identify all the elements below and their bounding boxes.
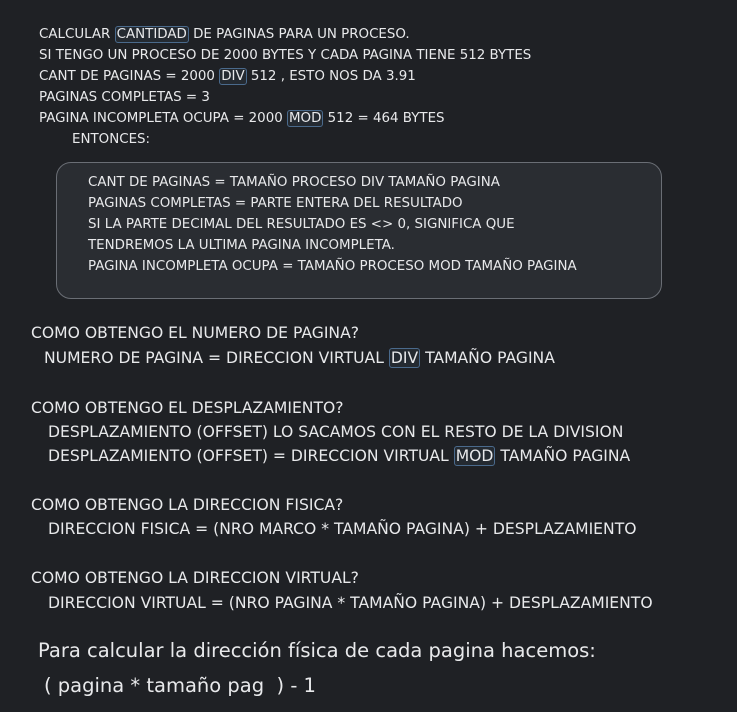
offset-line-2: DESPLAZAMIENTO (OFFSET) = DIRECCION VIRT… — [48, 444, 630, 468]
intro-line-3-pre: CANT DE PAGINAS = 2000 — [39, 69, 220, 84]
intro-line-5-post: 512 = 464 BYTES — [323, 111, 445, 126]
footer-line-1: Para calcular la dirección física de cad… — [38, 639, 596, 662]
callout-line-5: PAGINA INCOMPLETA OCUPA = TAMAÑO PROCESO… — [88, 259, 577, 274]
callout-line-2: PAGINAS COMPLETAS = PARTE ENTERA DEL RES… — [88, 196, 463, 211]
intro-line-3: CANT DE PAGINAS = 2000 DIV 512 , ESTO NO… — [39, 66, 416, 87]
intro-line-4: PAGINAS COMPLETAS = 3 — [39, 90, 210, 105]
intro-line-1-post: DE PAGINAS PARA UN PROCESO. — [188, 27, 410, 42]
intro-line-3-post: 512 , ESTO NOS DA 3.91 — [246, 69, 416, 84]
intro-line-5: PAGINA INCOMPLETA OCUPA = 2000 MOD 512 =… — [39, 108, 445, 129]
intro-line-5-pre: PAGINA INCOMPLETA OCUPA = 2000 — [39, 111, 287, 126]
intro-line-6: ENTONCES: — [72, 132, 151, 147]
virtual-formula: DIRECCION VIRTUAL = (NRO PAGINA * TAMAÑO… — [48, 594, 653, 612]
intro-line-2: SI TENGO UN PROCESO DE 2000 BYTES Y CADA… — [39, 48, 532, 63]
offset-line-2-pre: DESPLAZAMIENTO (OFFSET) = DIRECCION VIRT… — [48, 447, 454, 465]
highlight-div: DIV — [219, 68, 247, 85]
physical-question: COMO OBTENGO LA DIRECCION FISICA? — [31, 496, 344, 514]
page-number-formula: NUMERO DE PAGINA = DIRECCION VIRTUAL DIV… — [44, 346, 555, 370]
offset-question: COMO OBTENGO EL DESPLAZAMIENTO? — [31, 399, 344, 417]
callout-line-3: SI LA PARTE DECIMAL DEL RESULTADO ES <> … — [88, 217, 515, 232]
offset-line-1: DESPLAZAMIENTO (OFFSET) LO SACAMOS CON E… — [48, 423, 624, 441]
highlight-cantidad: CANTIDAD — [114, 26, 189, 43]
virtual-question: COMO OBTENGO LA DIRECCION VIRTUAL? — [31, 569, 359, 587]
highlight-div-2: DIV — [388, 348, 421, 368]
physical-formula: DIRECCION FISICA = (NRO MARCO * TAMAÑO P… — [48, 520, 637, 538]
page-number-formula-pre: NUMERO DE PAGINA = DIRECCION VIRTUAL — [44, 349, 389, 367]
intro-line-1-pre: CALCULAR — [39, 27, 115, 42]
page-number-question: COMO OBTENGO EL NUMERO DE PAGINA? — [31, 324, 360, 342]
offset-line-2-post: TAMAÑO PAGINA — [495, 447, 631, 465]
page-number-formula-post: TAMAÑO PAGINA — [420, 349, 555, 367]
highlight-mod-2: MOD — [453, 446, 496, 466]
callout-line-1: CANT DE PAGINAS = TAMAÑO PROCESO DIV TAM… — [88, 175, 500, 190]
footer-line-2: ( pagina * tamaño pag ) - 1 — [44, 674, 316, 697]
highlight-mod: MOD — [287, 110, 324, 127]
intro-line-1: CALCULAR CANTIDAD DE PAGINAS PARA UN PRO… — [39, 24, 410, 45]
callout-line-4: TENDREMOS LA ULTIMA PAGINA INCOMPLETA. — [88, 238, 395, 253]
